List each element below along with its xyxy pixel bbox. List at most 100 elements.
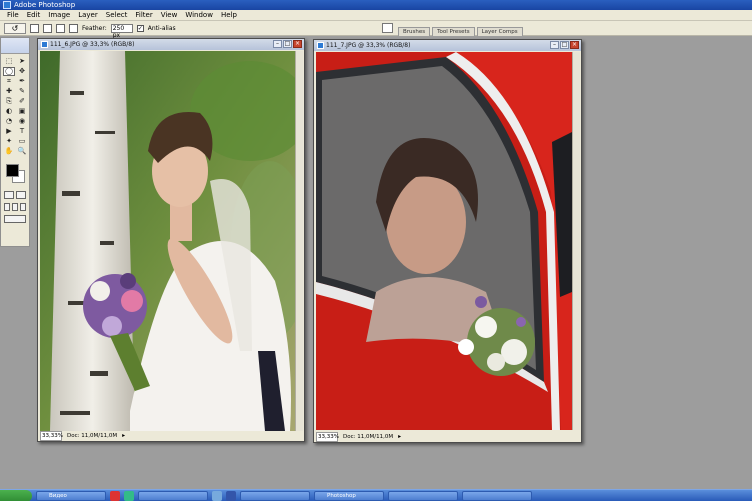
feather-input[interactable]: 250 px <box>110 23 133 39</box>
photoshop-icon <box>3 1 11 9</box>
clone-stamp-icon[interactable]: ⎘ <box>3 97 15 106</box>
history-brush-icon[interactable]: ✐ <box>16 97 28 106</box>
color-swatches <box>3 162 27 186</box>
maximize-button[interactable]: □ <box>560 41 569 49</box>
document-icon <box>317 42 324 49</box>
close-button[interactable]: × <box>293 40 302 48</box>
lasso-tool-icon[interactable]: ◯ <box>3 67 15 76</box>
new-selection-button[interactable] <box>30 23 39 33</box>
dodge-tool-icon[interactable]: ◉ <box>16 117 28 126</box>
screen-mode-standard-button[interactable] <box>4 203 10 211</box>
imageready-row <box>1 213 29 225</box>
marquee-tool-icon[interactable]: ⬚ <box>3 57 15 66</box>
document-1-window-buttons: – □ × <box>273 40 302 48</box>
bride-car-window-photo <box>316 52 572 430</box>
magic-wand-icon[interactable]: ✥ <box>16 67 28 76</box>
hand-tool-icon[interactable]: ✋ <box>3 147 15 156</box>
status-menu-arrow-icon[interactable]: ▸ <box>398 433 401 441</box>
palette-well: Brushes Tool Presets Layer Comps <box>380 21 752 36</box>
options-bar: ↺ Feather: 250 px ✓ Anti-alias Brushes T… <box>0 21 752 39</box>
palette-well-icon[interactable] <box>382 23 393 33</box>
app-icon[interactable] <box>124 490 134 501</box>
app-icon[interactable] <box>212 490 222 501</box>
taskbar: Видео Photoshop <box>0 489 752 501</box>
taskbar-item-image[interactable] <box>388 490 458 501</box>
menu-file[interactable]: File <box>3 10 23 21</box>
tab-layer-comps[interactable]: Layer Comps <box>476 27 523 36</box>
document-2-zoom[interactable]: 33,33% <box>316 432 339 442</box>
quick-mask-button[interactable] <box>16 191 26 199</box>
minimize-button[interactable]: – <box>550 41 559 49</box>
tool-preset-picker[interactable]: ↺ <box>4 22 26 34</box>
path-selection-icon[interactable]: ▶ <box>3 127 15 136</box>
gradient-tool-icon[interactable]: ▣ <box>16 107 28 116</box>
document-2-title-bar[interactable]: 111_7.JPG @ 33,3% (RGB/8) – □ × <box>314 40 581 51</box>
document-1-scrollbar[interactable] <box>295 51 303 431</box>
bride-birch-photo <box>40 51 295 431</box>
tab-tool-presets[interactable]: Tool Presets <box>432 27 475 36</box>
slice-tool-icon[interactable]: ✒ <box>16 77 28 86</box>
menu-window[interactable]: Window <box>181 10 217 21</box>
tool-grid: ⬚ ➤ ◯ ✥ ⌗ ✒ ✚ ✎ ⎘ ✐ ◐ ▣ ◔ ◉ ▶ T ✦ ▭ ✋ 🔍 <box>1 54 29 159</box>
minimize-button[interactable]: – <box>273 40 282 48</box>
document-2-status-bar: 33,33% Doc: 11,0M/11,0M ▸ <box>316 432 401 442</box>
screen-mode-full-menu-button[interactable] <box>12 203 18 211</box>
eraser-tool-icon[interactable]: ◐ <box>3 107 15 116</box>
taskbar-item-window[interactable] <box>240 490 310 501</box>
document-1-zoom[interactable]: 33,33% <box>40 431 63 441</box>
document-2-title: 111_7.JPG @ 33,3% (RGB/8) <box>326 42 411 49</box>
menu-layer[interactable]: Layer <box>74 10 102 21</box>
quick-mask-row <box>1 189 29 201</box>
pen-tool-icon[interactable]: ✦ <box>3 137 15 146</box>
app-title: Adobe Photoshop <box>14 1 76 9</box>
taskbar-item-folder[interactable] <box>138 490 208 501</box>
status-menu-arrow-icon[interactable]: ▸ <box>122 432 125 440</box>
menu-filter[interactable]: Filter <box>131 10 156 21</box>
start-button[interactable] <box>0 490 32 501</box>
shape-tool-icon[interactable]: ▭ <box>16 137 28 146</box>
document-1-doc-size: Doc: 11,0M/11,0M <box>67 433 118 439</box>
document-window-1: 111_6.JPG @ 33,3% (RGB/8) – □ × 33,33% D… <box>37 38 305 442</box>
menu-image[interactable]: Image <box>44 10 74 21</box>
crop-tool-icon[interactable]: ⌗ <box>3 77 15 86</box>
antialias-checkbox[interactable]: ✓ <box>136 24 144 32</box>
taskbar-item-app[interactable] <box>462 490 532 501</box>
blur-tool-icon[interactable]: ◔ <box>3 117 15 126</box>
document-2-canvas[interactable] <box>316 52 572 430</box>
screen-mode-row <box>1 201 29 213</box>
taskbar-item-video[interactable]: Видео <box>36 490 106 501</box>
standard-mode-button[interactable] <box>4 191 14 199</box>
toolbox-header[interactable] <box>1 38 29 54</box>
zoom-tool-icon[interactable]: 🔍 <box>16 147 28 156</box>
document-icon <box>41 41 48 48</box>
document-1-title-bar[interactable]: 111_6.JPG @ 33,3% (RGB/8) – □ × <box>38 39 304 50</box>
menu-help[interactable]: Help <box>217 10 241 21</box>
toolbox: ⬚ ➤ ◯ ✥ ⌗ ✒ ✚ ✎ ⎘ ✐ ◐ ▣ ◔ ◉ ▶ T ✦ ▭ ✋ 🔍 <box>0 37 30 247</box>
taskbar-item-photoshop[interactable]: Photoshop <box>314 490 384 501</box>
menu-select[interactable]: Select <box>102 10 132 21</box>
add-selection-button[interactable] <box>43 23 52 33</box>
subtract-selection-button[interactable] <box>56 23 65 33</box>
healing-brush-icon[interactable]: ✚ <box>3 87 15 96</box>
foreground-color-swatch[interactable] <box>6 164 19 177</box>
tab-brushes[interactable]: Brushes <box>398 27 431 36</box>
browser-icon[interactable] <box>110 490 120 501</box>
move-tool-icon[interactable]: ➤ <box>16 57 28 66</box>
type-tool-icon[interactable]: T <box>16 127 28 136</box>
screen-mode-full-button[interactable] <box>20 203 26 211</box>
antialias-label: Anti-alias <box>147 24 176 32</box>
menu-view[interactable]: View <box>157 10 182 21</box>
document-2-scrollbar[interactable] <box>572 52 580 430</box>
document-2-window-buttons: – □ × <box>550 41 579 49</box>
close-button[interactable]: × <box>570 41 579 49</box>
document-1-canvas[interactable] <box>40 51 295 431</box>
app-icon[interactable] <box>226 490 236 501</box>
document-1-status-bar: 33,33% Doc: 11,0M/11,0M ▸ <box>40 431 125 441</box>
menu-edit[interactable]: Edit <box>23 10 45 21</box>
intersect-selection-button[interactable] <box>69 23 78 33</box>
jump-to-imageready-button[interactable] <box>4 215 26 223</box>
menu-bar: File Edit Image Layer Select Filter View… <box>0 10 752 21</box>
brush-tool-icon[interactable]: ✎ <box>16 87 28 96</box>
document-window-2: 111_7.JPG @ 33,3% (RGB/8) – □ × 33,33% D… <box>313 39 582 443</box>
maximize-button[interactable]: □ <box>283 40 292 48</box>
